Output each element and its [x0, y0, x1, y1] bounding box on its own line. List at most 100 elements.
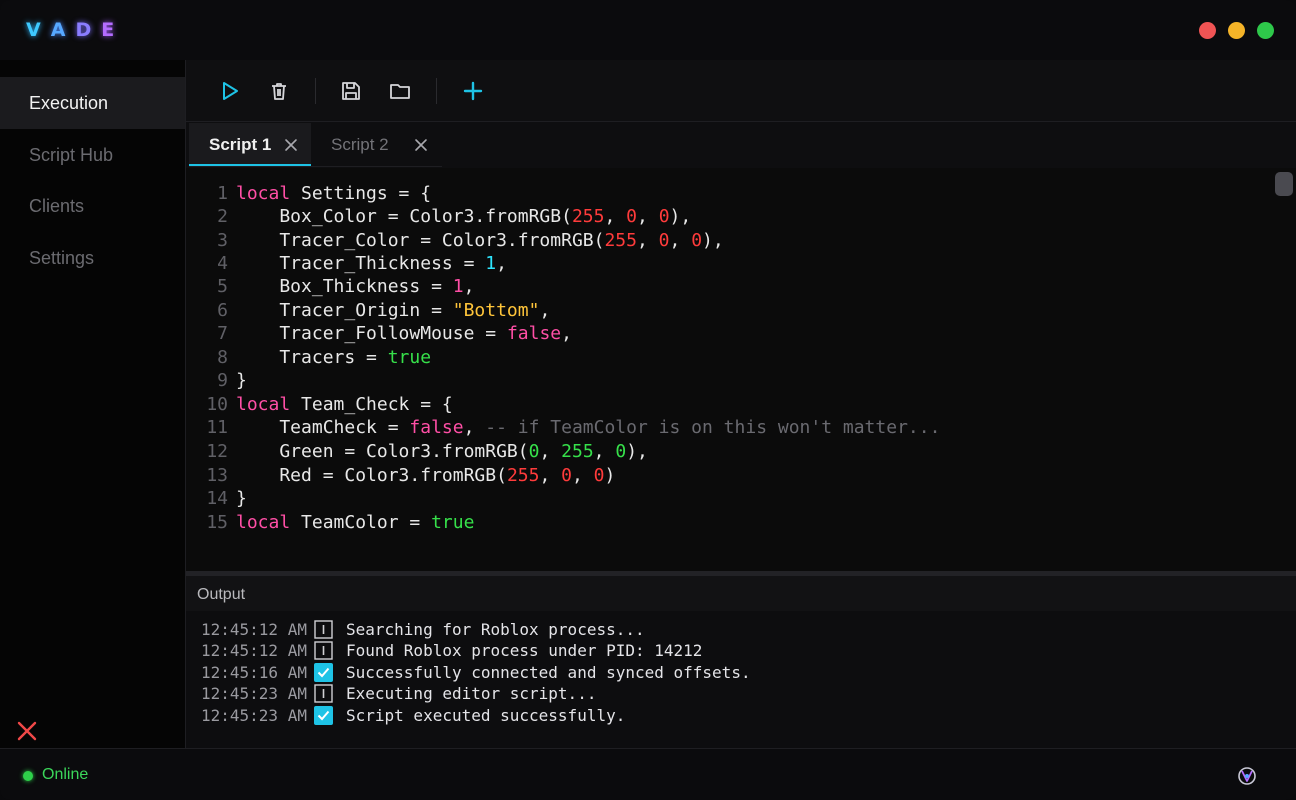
tab-label: Script 1 [209, 135, 272, 154]
close-tab-icon[interactable] [283, 137, 299, 153]
code-line: 13 Red = Color3.fromRGB(255, 0, 0) [186, 465, 615, 488]
new-tab-button[interactable] [458, 76, 488, 106]
line-number: 14 [206, 488, 228, 509]
code-line: 4 Tracer_Thickness = 1, [186, 253, 507, 276]
line-number: 3 [217, 230, 228, 251]
code-line: 2 Box_Color = Color3.fromRGB(255, 0, 0), [186, 206, 691, 229]
sidebar: Execution Script Hub Clients Settings [0, 60, 185, 748]
code-line: 6 Tracer_Origin = "Bottom", [186, 300, 550, 323]
log-entry: 12:45:12 AM Found Roblox process under P… [201, 640, 702, 661]
number: 255 [561, 441, 594, 462]
keyword: local [236, 512, 291, 533]
code-line: 8 Tracers = true [186, 347, 431, 370]
line-number: 4 [217, 253, 228, 274]
code-text: , [636, 230, 659, 251]
code-text: Settings = { [290, 183, 432, 204]
info-icon [314, 684, 333, 703]
boolean: false [409, 417, 464, 438]
main-panel: Script 1 Script 2 1 local Settings = { 2 … [185, 60, 1296, 748]
line-number: 12 [206, 441, 228, 462]
number: 1 [452, 276, 464, 297]
output-console: 12:45:12 AM Searching for Roblox process… [186, 611, 1296, 748]
log-entry: 12:45:23 AM Executing editor script... [201, 683, 596, 704]
code-text: , [593, 441, 616, 462]
code-text: TeamCheck = [236, 417, 410, 438]
code-text: Tracers = [236, 347, 388, 368]
minimize-window-button[interactable] [1228, 22, 1245, 39]
brand-icon[interactable] [1236, 765, 1258, 787]
tab-underline [189, 166, 442, 167]
code-line: 3 Tracer_Color = Color3.fromRGB(255, 0, … [186, 230, 724, 253]
number: 255 [604, 230, 637, 251]
close-icon[interactable] [14, 718, 40, 744]
trash-icon [272, 83, 286, 100]
status-indicator [23, 771, 33, 781]
log-message: Executing editor script... [346, 684, 597, 703]
maximize-window-button[interactable] [1257, 22, 1274, 39]
code-text: ), [702, 230, 724, 251]
close-tab-icon[interactable] [413, 137, 429, 153]
number: 0 [615, 441, 627, 462]
log-entry: 12:45:12 AM Searching for Roblox process… [201, 619, 645, 640]
boolean: true [387, 347, 432, 368]
line-number: 15 [206, 512, 228, 533]
line-number: 10 [206, 394, 228, 415]
log-message: Found Roblox process under PID: 14212 [346, 641, 703, 660]
tab-script-1[interactable]: Script 1 [189, 123, 311, 167]
line-number: 11 [206, 417, 228, 438]
sidebar-item-execution[interactable]: Execution [0, 77, 185, 129]
boolean: false [506, 323, 562, 344]
code-text: TeamColor = [290, 512, 432, 533]
tab-script-2[interactable]: Script 2 [311, 123, 441, 167]
code-editor[interactable]: 1 local Settings = { 2 Box_Color = Color3… [186, 168, 1296, 571]
code-text: , [539, 465, 562, 486]
code-line: 1 local Settings = { [186, 183, 431, 206]
save-icon [342, 82, 360, 100]
line-number: 8 [217, 347, 228, 368]
open-folder-button[interactable] [385, 76, 415, 106]
line-number: 6 [217, 300, 228, 321]
editor-scrollbar[interactable] [1275, 172, 1293, 196]
sidebar-item-clients[interactable]: Clients [0, 180, 185, 232]
app-window: V A D E Execution Script Hub Clients Set… [0, 0, 1296, 800]
log-entry: 12:45:23 AM Script executed successfully… [201, 705, 625, 726]
line-number: 7 [217, 323, 228, 344]
toolbar-divider [315, 78, 316, 104]
code-text: ) [604, 465, 616, 486]
close-window-button[interactable] [1199, 22, 1216, 39]
line-number: 2 [217, 206, 228, 227]
folder-icon [390, 84, 410, 99]
number: 0 [528, 441, 540, 462]
clear-button[interactable] [264, 76, 294, 106]
code-text: , [561, 323, 572, 344]
line-number: 5 [217, 276, 228, 297]
code-text: ), [669, 206, 692, 227]
code-line: 15 local TeamColor = true [186, 512, 474, 535]
code-line: 14} [186, 488, 247, 511]
number: 0 [658, 230, 670, 251]
sidebar-item-settings[interactable]: Settings [0, 232, 185, 284]
code-line: 11 TeamCheck = false, -- if TeamColor is… [186, 417, 940, 440]
logo-letter: D [75, 19, 94, 41]
code-text: Tracer_FollowMouse = [236, 323, 507, 344]
number: 255 [571, 206, 605, 227]
code-text: Tracer_Thickness = [236, 253, 486, 274]
boolean: true [431, 512, 475, 533]
number: 1 [485, 253, 497, 274]
plus-icon [463, 81, 483, 101]
sidebar-item-script-hub[interactable]: Script Hub [0, 129, 185, 181]
app-logo: V A D E [26, 19, 116, 43]
log-timestamp: 12:45:23 AM [201, 706, 307, 725]
number: 0 [561, 465, 572, 486]
save-button[interactable] [336, 76, 366, 106]
log-timestamp: 12:45:23 AM [201, 684, 307, 703]
code-text: Tracer_Origin = [236, 300, 453, 321]
line-number: 13 [206, 465, 228, 486]
execute-button[interactable] [215, 76, 245, 106]
tab-label: Script 2 [331, 135, 389, 154]
code-line: 5 Box_Thickness = 1, [186, 276, 474, 299]
check-icon [314, 706, 333, 725]
code-text: Team_Check = { [290, 394, 453, 415]
code-text: , [496, 253, 507, 274]
keyword: local [236, 183, 291, 204]
